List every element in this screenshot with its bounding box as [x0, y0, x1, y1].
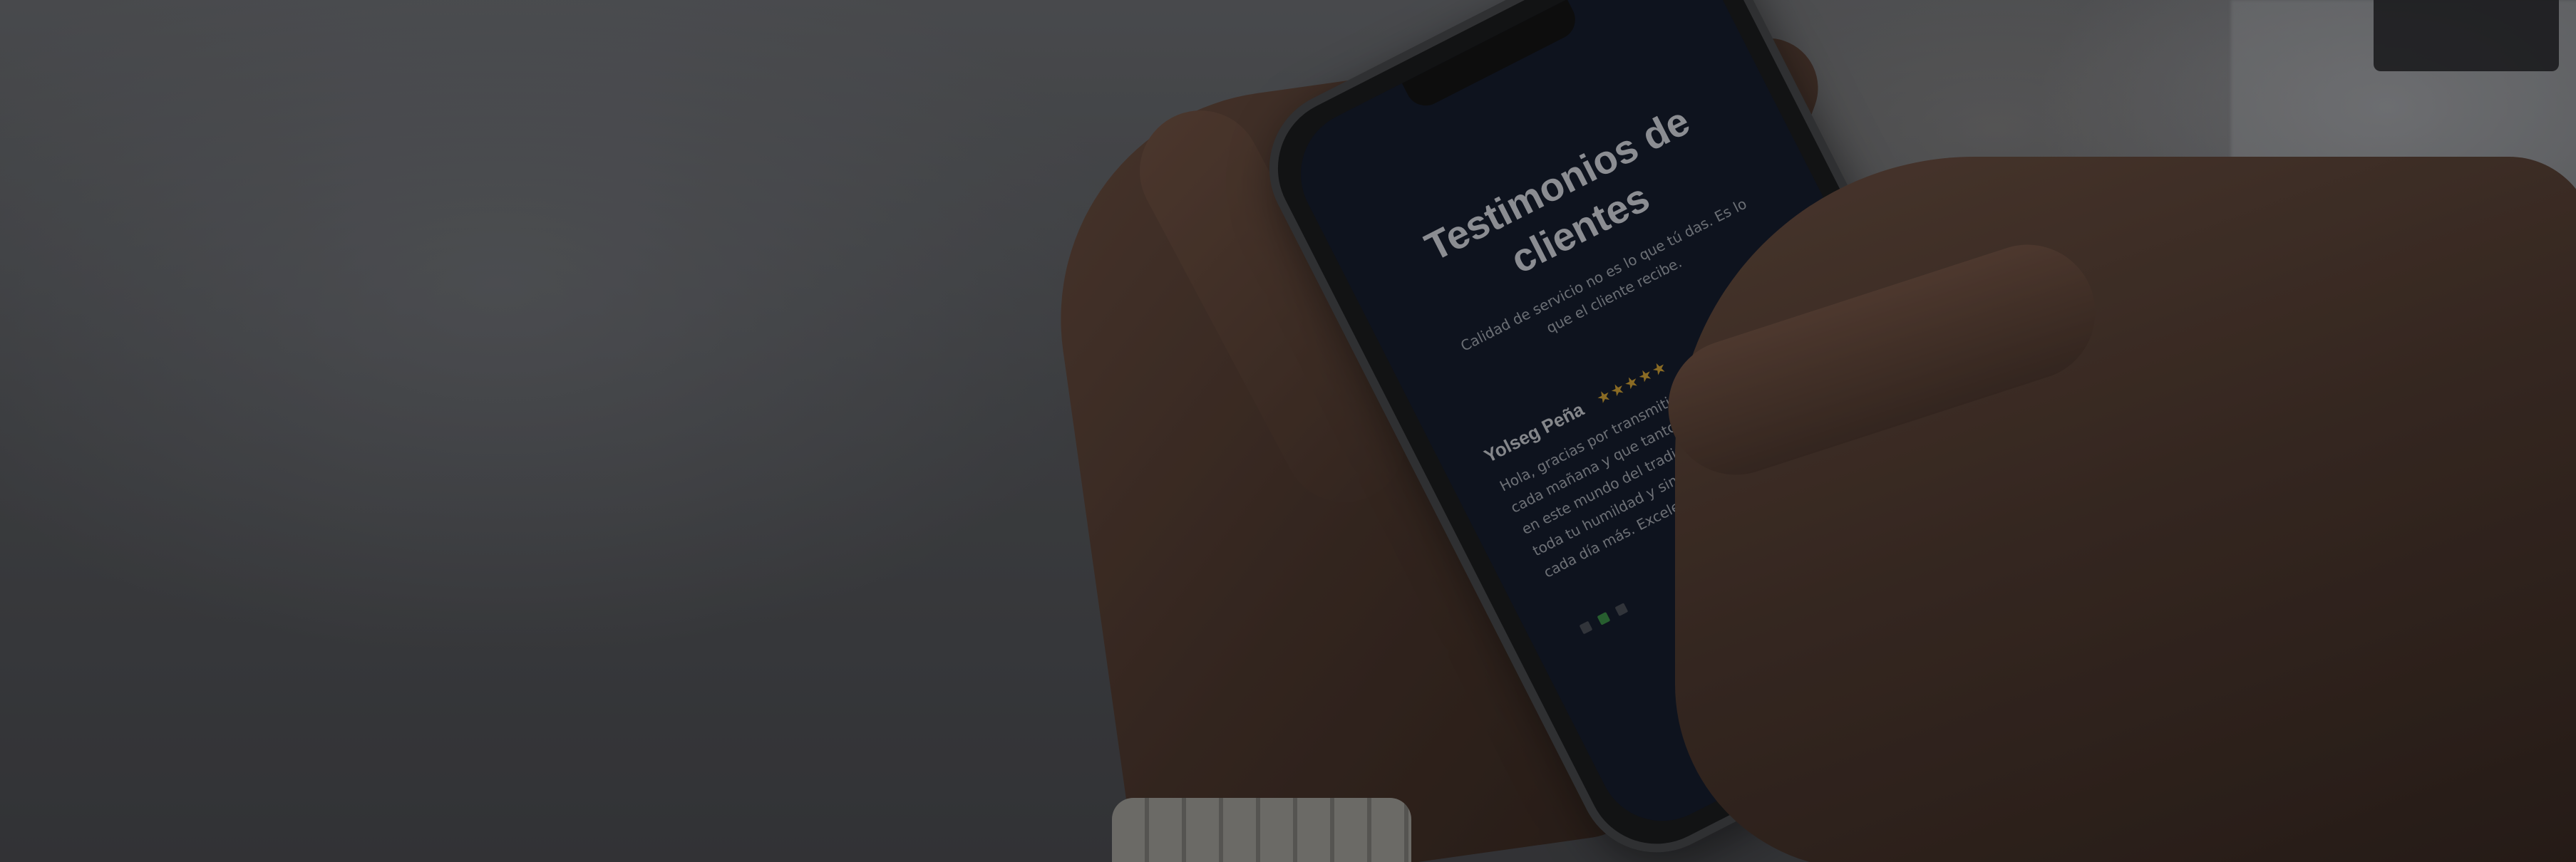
- dark-overlay: [0, 0, 2576, 862]
- photo-scene: Testimonios de clientes Calidad de servi…: [0, 0, 2576, 862]
